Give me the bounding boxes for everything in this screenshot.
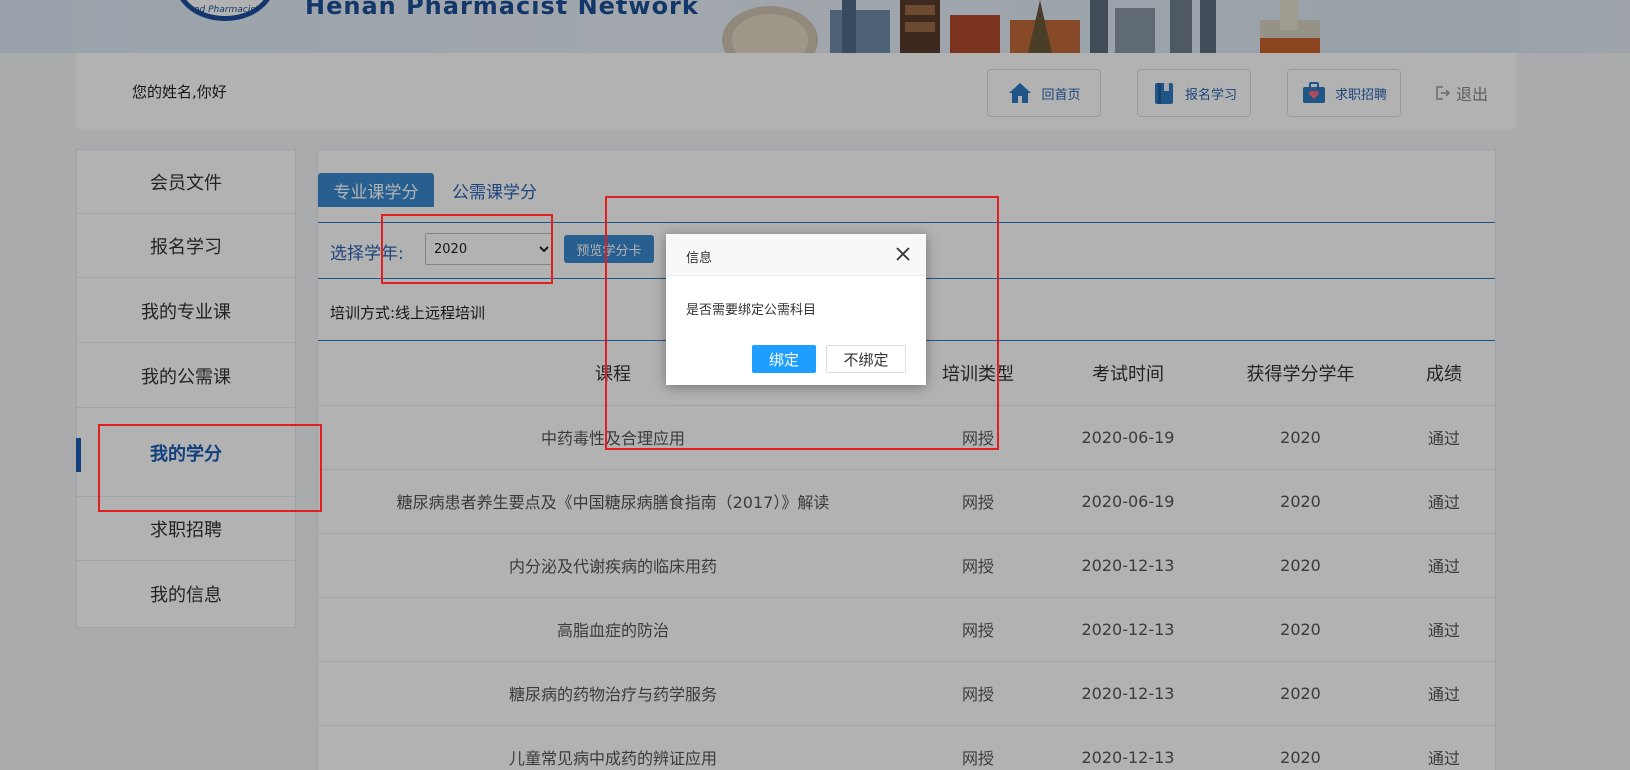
dialog-message: 是否需要绑定公需科目 bbox=[686, 303, 817, 318]
annotation-box-year-select bbox=[381, 214, 553, 284]
bind-dialog: 信息 是否需要绑定公需科目 绑定 不绑定 bbox=[666, 234, 926, 385]
close-icon[interactable] bbox=[894, 245, 912, 263]
annotation-box-sidebar bbox=[98, 424, 322, 512]
bind-button[interactable]: 绑定 bbox=[752, 345, 816, 373]
dialog-header: 信息 bbox=[666, 234, 926, 276]
dialog-title: 信息 bbox=[686, 251, 713, 266]
no-bind-button[interactable]: 不绑定 bbox=[826, 345, 906, 373]
